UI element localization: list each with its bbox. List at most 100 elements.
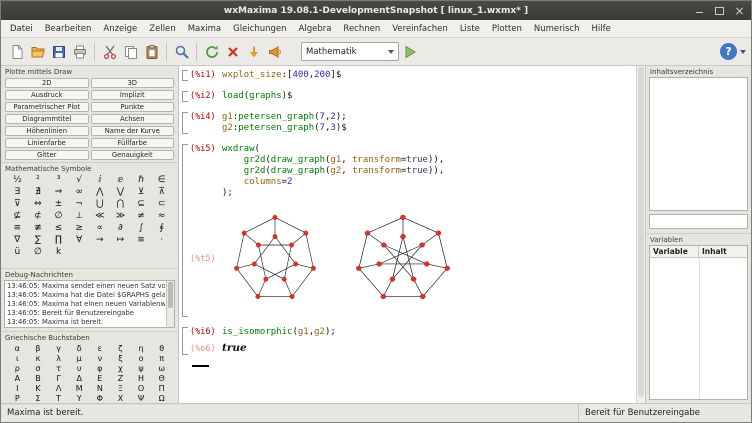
greek-letter-button[interactable]: φ [90,363,111,373]
greek-letter-button[interactable]: Χ [110,393,131,403]
cut-icon[interactable] [99,41,120,62]
symbol-button[interactable]: → [90,234,111,246]
menu-maxima[interactable]: Maxima [182,22,227,36]
user-symbol-button[interactable]: ü [7,246,28,258]
symbol-button[interactable]: ∃ [7,186,28,198]
draw-button-2d[interactable]: 2D [5,78,89,88]
greek-letter-button[interactable]: π [151,353,172,363]
symbol-button[interactable]: ⊽ [7,198,28,210]
cell-bracket[interactable] [182,70,188,81]
copy-icon[interactable] [120,41,141,62]
greek-letter-button[interactable]: ζ [110,343,131,353]
menu-datei[interactable]: Datei [4,22,39,36]
draw-button-gitter[interactable]: Gitter [5,150,89,160]
symbol-button[interactable]: ∄ [28,186,49,198]
paste-icon[interactable] [141,41,162,62]
greek-letter-button[interactable]: Ψ [131,393,152,403]
menu-plotten[interactable]: Plotten [486,22,528,36]
symbol-button[interactable]: ∂ [110,222,131,234]
symbol-button[interactable]: ⇒ [48,186,69,198]
draw-button-genauigkeit[interactable]: Genauigkeit [91,150,175,160]
debug-scrollbar[interactable] [166,281,174,327]
greek-letter-button[interactable]: η [131,343,152,353]
symbol-button[interactable]: ⊼ [151,186,172,198]
code-text[interactable]: is_isomorphic(g1,g2); [222,327,336,338]
greek-letter-button[interactable]: Ρ [7,393,28,403]
draw-button-diagrammtitel[interactable]: Diagrammtitel [5,114,89,124]
symbol-button[interactable]: ≥ [69,222,90,234]
cell-style-select[interactable]: Mathematik [301,42,399,61]
symbol-button[interactable]: ⊂ [151,198,172,210]
cell-bracket[interactable] [182,112,188,134]
greek-letter-button[interactable]: Δ [69,373,90,383]
restart-maxima-icon[interactable] [201,41,222,62]
symbol-button[interactable]: ∇ [7,234,28,246]
greek-letter-button[interactable]: Φ [90,393,111,403]
greek-letter-button[interactable]: Θ [151,373,172,383]
symbol-button[interactable]: ⊻ [131,186,152,198]
save-icon[interactable] [48,41,69,62]
greek-letter-button[interactable]: Ι [7,383,28,393]
greek-letter-button[interactable]: ε [90,343,111,353]
greek-letter-button[interactable]: ο [131,353,152,363]
greek-letter-button[interactable]: Υ [69,393,90,403]
symbol-button[interactable]: ⋂ [110,198,131,210]
symbol-button[interactable]: ¬ [69,198,90,210]
greek-letter-button[interactable]: Α [7,373,28,383]
greek-letter-button[interactable]: Η [131,373,152,383]
cell-bracket[interactable] [182,327,188,355]
symbol-button[interactable]: ℏ [131,174,152,186]
symbol-button[interactable]: ∮ [151,222,172,234]
draw-button-ausdruck[interactable]: Ausdruck [5,90,89,100]
symbol-button[interactable]: ∑ [28,234,49,246]
symbol-button[interactable]: ⊈ [7,210,28,222]
draw-button-linienfarbe[interactable]: Linienfarbe [5,138,89,148]
code-text[interactable]: ); [222,188,233,199]
menu-numerisch[interactable]: Numerisch [528,22,586,36]
symbol-button[interactable]: ≅ [131,234,152,246]
greek-letter-button[interactable]: σ [28,363,49,373]
symbol-button[interactable]: ≈ [151,210,172,222]
symbol-button[interactable]: ∞ [69,186,90,198]
code-text[interactable]: load(graphs)$ [222,91,292,102]
greek-letter-button[interactable]: Γ [48,373,69,383]
symbol-button[interactable]: ≤ [48,222,69,234]
maximize-icon[interactable] [713,4,726,17]
greek-letter-button[interactable]: α [7,343,28,353]
symbol-button[interactable]: ⋀ [90,186,111,198]
symbol-button[interactable]: ≠ [131,210,152,222]
symbol-button[interactable]: ⋁ [110,186,131,198]
symbol-button[interactable]: ∫ [131,222,152,234]
greek-letter-button[interactable]: ω [151,363,172,373]
symbol-button[interactable]: ≢ [28,222,49,234]
symbol-button[interactable]: ⋅ [151,234,172,246]
greek-letter-button[interactable]: ι [7,353,28,363]
greek-letter-button[interactable]: δ [69,343,90,353]
symbol-button[interactable]: ∀ [69,234,90,246]
symbol-button[interactable]: ² [28,174,49,186]
symbol-button[interactable]: ∝ [90,222,111,234]
new-document-icon[interactable] [6,41,27,62]
play-animation-icon[interactable] [399,41,420,62]
help-icon[interactable] [720,43,737,60]
follow-icon[interactable] [264,41,285,62]
menu-hilfe[interactable]: Hilfe [586,22,617,36]
greek-letter-button[interactable]: Κ [28,383,49,393]
code-text[interactable]: gr2d(draw_graph(g2, transform=true)), [222,166,444,177]
draw-button-achsen[interactable]: Achsen [91,114,175,124]
draw-button-h-henlinien[interactable]: Höhenlinien [5,126,89,136]
symbol-button[interactable]: ≫ [110,210,131,222]
code-text[interactable]: wxplot_size:[400,200]$ [222,70,341,81]
greek-letter-button[interactable]: ξ [110,353,131,363]
worksheet[interactable]: (%i1)wxplot_size:[400,200]$(%i2)load(gra… [179,66,645,403]
symbol-button[interactable]: ± [48,198,69,210]
cell-bracket[interactable] [182,91,188,102]
user-symbol-button[interactable]: ∅ [28,246,49,258]
code-text[interactable]: wxdraw( [222,144,260,155]
draw-button-implizit[interactable]: Implizit [91,90,175,100]
symbol-button[interactable]: √ [69,174,90,186]
symbol-button[interactable]: ∅ [48,210,69,222]
greek-letter-button[interactable]: β [28,343,49,353]
menu-zellen[interactable]: Zellen [143,22,181,36]
greek-letter-button[interactable]: ψ [131,363,152,373]
